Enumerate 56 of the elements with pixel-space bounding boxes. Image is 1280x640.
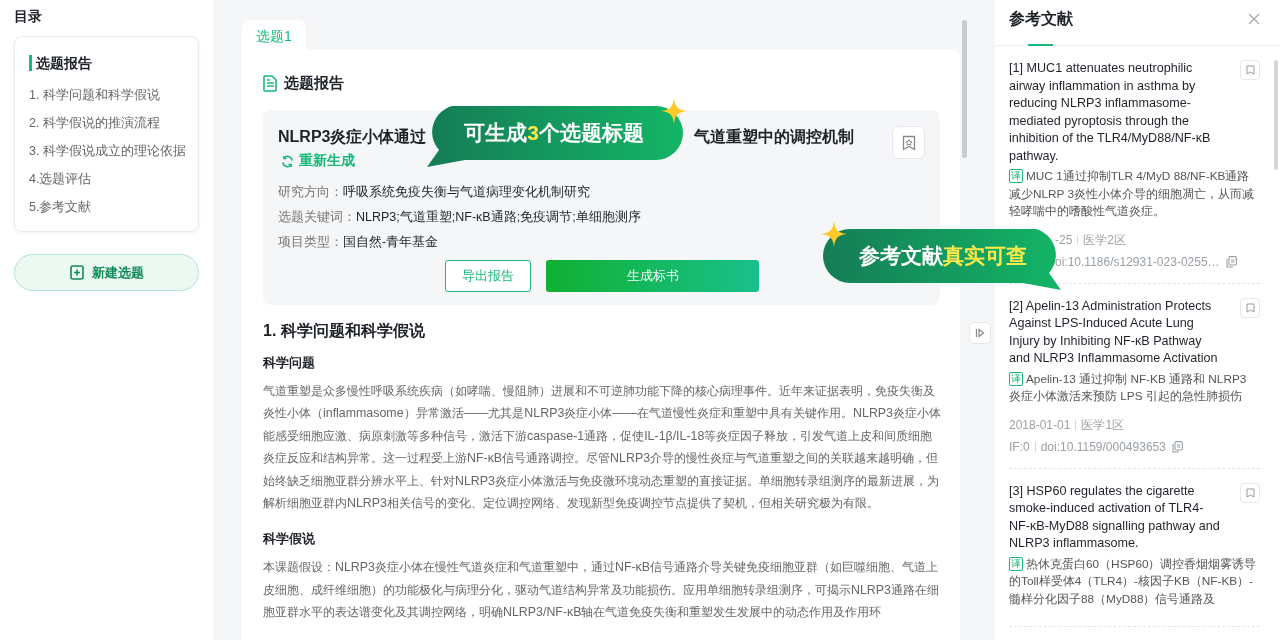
- reference-title[interactable]: [2] Apelin-13 Administration Protects Against LPS-Induced Acute Lung Injury by Inhibiting NF-κB Pathway and NLRP3 Inflammasome Activation: [1009, 297, 1224, 368]
- subsection-title: 科学假说: [263, 530, 316, 549]
- refresh-icon: [281, 154, 294, 168]
- bookmark-button[interactable]: [1240, 60, 1260, 80]
- field-label: 项目类型：: [278, 235, 343, 249]
- expand-icon: [975, 328, 985, 338]
- field-value: NLRP3;气道重塑;NF-κB通路;免疫调节;单细胞测序: [356, 210, 641, 224]
- toc-item[interactable]: 1. 科学问题和科学假说: [29, 81, 184, 109]
- paragraph: 气道重塑是众多慢性呼吸系统疾病（如哮喘、慢阻肺）进展和不可逆肺功能下降的核心病理事件。近年来证据表明，免疫失衡及炎性小体（inflammasome）异常激活——尤其是NLRP3炎症小体——在气道慢性炎症和重塑中具有关键作用。NLRP3炎症小体能感受细胞应激、病原刺激等多种信号，激活下游caspase-1通路，促使IL-1β/IL-18等炎症因子释放，引发气道上皮和间质细胞炎症反应和结构异常。这一过程受上游NF-κB信号通路调控。尽管NLRP3介导的慢性炎症与气道重塑之间的关联越来越明确，但始终缺乏细胞亚群分辨水平上、针对NLRP3炎症小体激活与免疫微环境动态重塑的直接证据。单细胞转录组测序的最新进展，为解析细胞亚群内NLRP3相关信号的变化、定位调控网络、发现新型免疫调控节点提供了契机，但相关研究极为有限。: [263, 383, 942, 513]
- topic-title: 气道重塑中的调控机制: [694, 127, 855, 147]
- bookmark-icon: [1245, 65, 1255, 75]
- toc-item[interactable]: 2. 科学假说的推演流程: [29, 109, 184, 137]
- document-icon: [263, 75, 278, 92]
- bookmark-icon: [901, 134, 916, 151]
- bookmark-icon: [1245, 487, 1255, 498]
- callout-text: 可生成3个选题标题: [464, 121, 644, 144]
- callout-text: 参考文献真实可查: [859, 244, 1027, 267]
- report-heading: 选题报告: [284, 74, 344, 93]
- close-icon[interactable]: [1248, 13, 1260, 25]
- toc-item[interactable]: 4.选题评估: [29, 165, 184, 193]
- field-value: 呼吸系统免疫失衡与气道病理变化机制研究: [343, 185, 590, 199]
- sidebar-title: 目录: [14, 8, 43, 26]
- section-title: 1. 科学问题和科学假说: [263, 321, 426, 341]
- new-topic-button[interactable]: 新建选题: [14, 254, 199, 291]
- sparkle-icon: [821, 221, 847, 247]
- expand-handle[interactable]: [969, 322, 991, 344]
- reference-meta: 医学2区: [1083, 231, 1127, 249]
- bookmark-icon: [1245, 302, 1255, 313]
- field-label: 研究方向：: [278, 185, 343, 199]
- copy-icon[interactable]: [1225, 255, 1237, 268]
- paragraph: 本课题假设：NLRP3炎症小体在慢性气道炎症和气道重塑中，通过NF-κB信号通路介导关键免疫细胞亚群（如巨噬细胞、气道上皮细胞、成纤维细胞）的功能极化与病理分化，驱动气道结构异常及功能损伤。应用单细胞转录组测序，可揭示NLRP3通路在细胞亚群水平的表达谱变化及其调控网络，明确NLRP3/NF-κB轴在气道免疫失衡和重塑发生发展中的动态作用及作用环: [263, 559, 940, 622]
- subsection-title: 科学问题: [263, 354, 316, 372]
- reference-meta: -25: [1055, 231, 1073, 249]
- sparkle-icon: [661, 98, 687, 124]
- reference-translation: 译 MUC 1通过抑制TLR 4/MyD 88/NF-KB通路减少NLRP 3炎性小体介导的细胞凋亡，从而减轻哮喘中的嗜酸性气道炎症。: [1009, 168, 1256, 220]
- add-file-icon: [69, 265, 84, 280]
- copy-icon[interactable]: [1171, 440, 1183, 453]
- field-label: 选题关键词：: [278, 210, 356, 224]
- reference-translation: 译 热休克蛋白60（HSP60）调控香烟烟雾诱导的Toll样受体4（TLR4）-核因子KB（NF-KB）-髓样分化因子88（MyD88）信号通路及: [1009, 555, 1258, 608]
- toc-item[interactable]: 5.参考文献: [29, 193, 184, 221]
- reference-meta: oi:10.1186/s12931-023-0255…: [1055, 253, 1220, 271]
- toc-item[interactable]: 3. 科学假说成立的理论依据: [29, 137, 184, 165]
- bookmark-button[interactable]: [1240, 297, 1260, 318]
- reference-title[interactable]: [1] MUC1 attenuates neutrophilic airway inflammation in asthma by reducing NLRP3 inflammasome-mediated pyroptosis through the inhibition of the TLR4/MyD88/NF-κB pathway.: [1009, 60, 1224, 165]
- reference-meta: 2018-01-01: [1009, 416, 1071, 434]
- reference-meta: doi:10.1159/000493653: [1040, 438, 1166, 456]
- bookmark-button[interactable]: [1240, 482, 1260, 503]
- bookmark-button[interactable]: [892, 126, 925, 159]
- reference-title[interactable]: [3] HSP60 regulates the cigarette smoke-induced activation of TLR4-NF-κB-MyD88 signalling pathway and NLRP3 inflammasome.: [1009, 482, 1224, 553]
- panel-title: 参考文献: [1009, 9, 1073, 29]
- topic-title: NLRP3炎症小体通过: [278, 127, 427, 147]
- toc-item[interactable]: 选题报告: [29, 55, 184, 71]
- field-value: 国自然-青年基金: [343, 235, 439, 249]
- reference-meta: IF:0: [1009, 438, 1030, 456]
- reference-translation: 译 Apelin-13 通过抑制 NF-KB 通路和 NLRP3 炎症小体激活来预防 LPS 引起的急性肺损伤: [1009, 370, 1248, 405]
- reference-meta: 医学1区: [1081, 416, 1125, 434]
